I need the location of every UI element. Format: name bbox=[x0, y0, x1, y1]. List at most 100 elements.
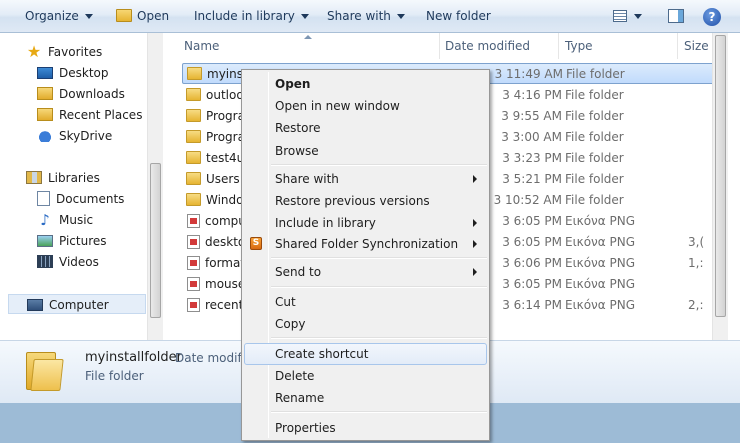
navigation-scrollbar-thumb[interactable] bbox=[150, 163, 161, 318]
column-header-type[interactable]: Type bbox=[559, 33, 678, 59]
file-type: Εικόνα PNG bbox=[565, 277, 635, 291]
nav-recent-places[interactable]: Recent Places bbox=[37, 105, 142, 125]
file-type: File folder bbox=[565, 130, 624, 144]
submenu-arrow-icon bbox=[473, 219, 477, 227]
videos-film-icon bbox=[37, 255, 53, 268]
png-image-icon bbox=[187, 213, 200, 228]
submenu-arrow-icon bbox=[473, 175, 477, 183]
file-type: File folder bbox=[566, 67, 625, 81]
menu-separator bbox=[271, 337, 487, 339]
chevron-down-icon bbox=[396, 14, 405, 19]
nav-desktop[interactable]: Desktop bbox=[37, 63, 109, 83]
menu-item-include-in-library[interactable]: Include in library bbox=[244, 212, 487, 234]
nav-downloads-label: Downloads bbox=[59, 87, 125, 101]
nav-videos-label: Videos bbox=[59, 255, 99, 269]
folder-icon bbox=[186, 130, 201, 143]
view-list-icon[interactable] bbox=[613, 10, 627, 22]
details-item-name: myinstallfolder bbox=[85, 350, 183, 365]
details-date-label: Date modifi bbox=[175, 351, 246, 365]
menu-item-shared-folder-sync[interactable]: S Shared Folder Synchronization bbox=[244, 233, 487, 255]
menu-item-restore[interactable]: Restore bbox=[244, 117, 487, 139]
star-icon: ★ bbox=[26, 41, 42, 61]
share-with-button[interactable]: Share with bbox=[327, 0, 405, 33]
large-folder-icon bbox=[26, 349, 64, 391]
file-type: File folder bbox=[565, 172, 624, 186]
nav-desktop-label: Desktop bbox=[59, 66, 109, 80]
nav-favorites-label: Favorites bbox=[48, 45, 103, 59]
file-name: Progra bbox=[206, 130, 245, 144]
column-header-date-modified[interactable]: Date modified bbox=[439, 33, 559, 59]
new-folder-button[interactable]: New folder bbox=[426, 0, 491, 33]
nav-computer[interactable]: Computer bbox=[8, 294, 146, 314]
computer-icon bbox=[27, 298, 43, 311]
folder-icon bbox=[186, 151, 201, 164]
nav-libraries-label: Libraries bbox=[48, 171, 100, 185]
open-button[interactable]: Open bbox=[116, 0, 169, 33]
nav-videos[interactable]: Videos bbox=[37, 252, 99, 272]
file-list-scrollbar[interactable] bbox=[712, 33, 728, 340]
menu-item-open-new-window[interactable]: Open in new window bbox=[244, 95, 487, 117]
file-list-scrollbar-thumb[interactable] bbox=[715, 35, 726, 317]
chevron-down-icon bbox=[300, 14, 309, 19]
file-type: File folder bbox=[565, 193, 624, 207]
file-name: format bbox=[205, 256, 246, 270]
menu-item-restore-previous-versions[interactable]: Restore previous versions bbox=[244, 190, 487, 212]
menu-separator bbox=[271, 411, 487, 413]
new-folder-label: New folder bbox=[426, 9, 491, 23]
menu-separator bbox=[271, 257, 487, 259]
menu-item-copy[interactable]: Copy bbox=[244, 313, 487, 335]
nav-downloads[interactable]: Downloads bbox=[37, 84, 125, 104]
folder-icon bbox=[186, 109, 201, 122]
skydrive-cloud-icon bbox=[37, 129, 53, 142]
file-type: File folder bbox=[565, 151, 624, 165]
nav-libraries[interactable]: Libraries bbox=[26, 168, 100, 188]
include-in-library-label: Include in library bbox=[194, 9, 295, 23]
organize-button[interactable]: Organize bbox=[25, 0, 93, 33]
file-name: Windo bbox=[206, 193, 244, 207]
menu-item-send-to[interactable]: Send to bbox=[244, 261, 487, 283]
menu-item-delete[interactable]: Delete bbox=[244, 365, 487, 387]
file-name: mouse bbox=[205, 277, 246, 291]
view-options-dropdown[interactable] bbox=[634, 0, 642, 33]
chevron-down-icon bbox=[634, 14, 642, 19]
menu-item-include-in-library-label: Include in library bbox=[275, 216, 376, 230]
help-icon[interactable]: ? bbox=[703, 8, 721, 26]
menu-item-send-to-label: Send to bbox=[275, 265, 322, 279]
file-name: Users bbox=[206, 172, 240, 186]
open-label: Open bbox=[137, 9, 170, 23]
libraries-icon bbox=[26, 171, 42, 184]
nav-documents-label: Documents bbox=[56, 192, 125, 206]
menu-item-properties[interactable]: Properties bbox=[244, 417, 487, 439]
sync-icon: S bbox=[250, 237, 262, 250]
submenu-arrow-icon bbox=[473, 268, 477, 276]
navigation-scrollbar[interactable] bbox=[147, 33, 163, 340]
nav-recent-places-label: Recent Places bbox=[59, 108, 143, 122]
file-name: compu bbox=[205, 214, 246, 228]
menu-item-open[interactable]: Open bbox=[244, 73, 487, 95]
command-bar: Organize Open Include in library Share w… bbox=[0, 0, 740, 33]
nav-documents[interactable]: Documents bbox=[37, 189, 124, 209]
file-type: File folder bbox=[565, 88, 624, 102]
menu-item-browse[interactable]: Browse bbox=[244, 140, 487, 162]
preview-pane-icon[interactable] bbox=[668, 9, 684, 23]
pictures-icon bbox=[37, 234, 53, 247]
nav-pictures[interactable]: Pictures bbox=[37, 231, 107, 251]
nav-skydrive[interactable]: SkyDrive bbox=[37, 126, 112, 146]
menu-item-share-with[interactable]: Share with bbox=[244, 168, 487, 190]
folder-icon bbox=[186, 193, 201, 206]
file-size: 2,: bbox=[688, 298, 704, 312]
nav-favorites[interactable]: ★ Favorites bbox=[26, 42, 102, 62]
file-type: Εικόνα PNG bbox=[565, 256, 635, 270]
column-header-name[interactable]: Name bbox=[178, 33, 440, 59]
png-image-icon bbox=[187, 255, 200, 270]
include-in-library-button[interactable]: Include in library bbox=[194, 0, 309, 33]
file-name: outloo bbox=[206, 88, 244, 102]
menu-item-rename[interactable]: Rename bbox=[244, 387, 487, 409]
details-item-type: File folder bbox=[85, 369, 144, 383]
nav-music-label: Music bbox=[59, 213, 94, 227]
file-name: deskto bbox=[205, 235, 246, 249]
nav-music[interactable]: ♪ Music bbox=[37, 210, 93, 230]
context-menu: Open Open in new window Restore Browse S… bbox=[241, 69, 490, 441]
menu-item-cut[interactable]: Cut bbox=[244, 291, 487, 313]
menu-item-create-shortcut[interactable]: Create shortcut bbox=[244, 343, 487, 365]
